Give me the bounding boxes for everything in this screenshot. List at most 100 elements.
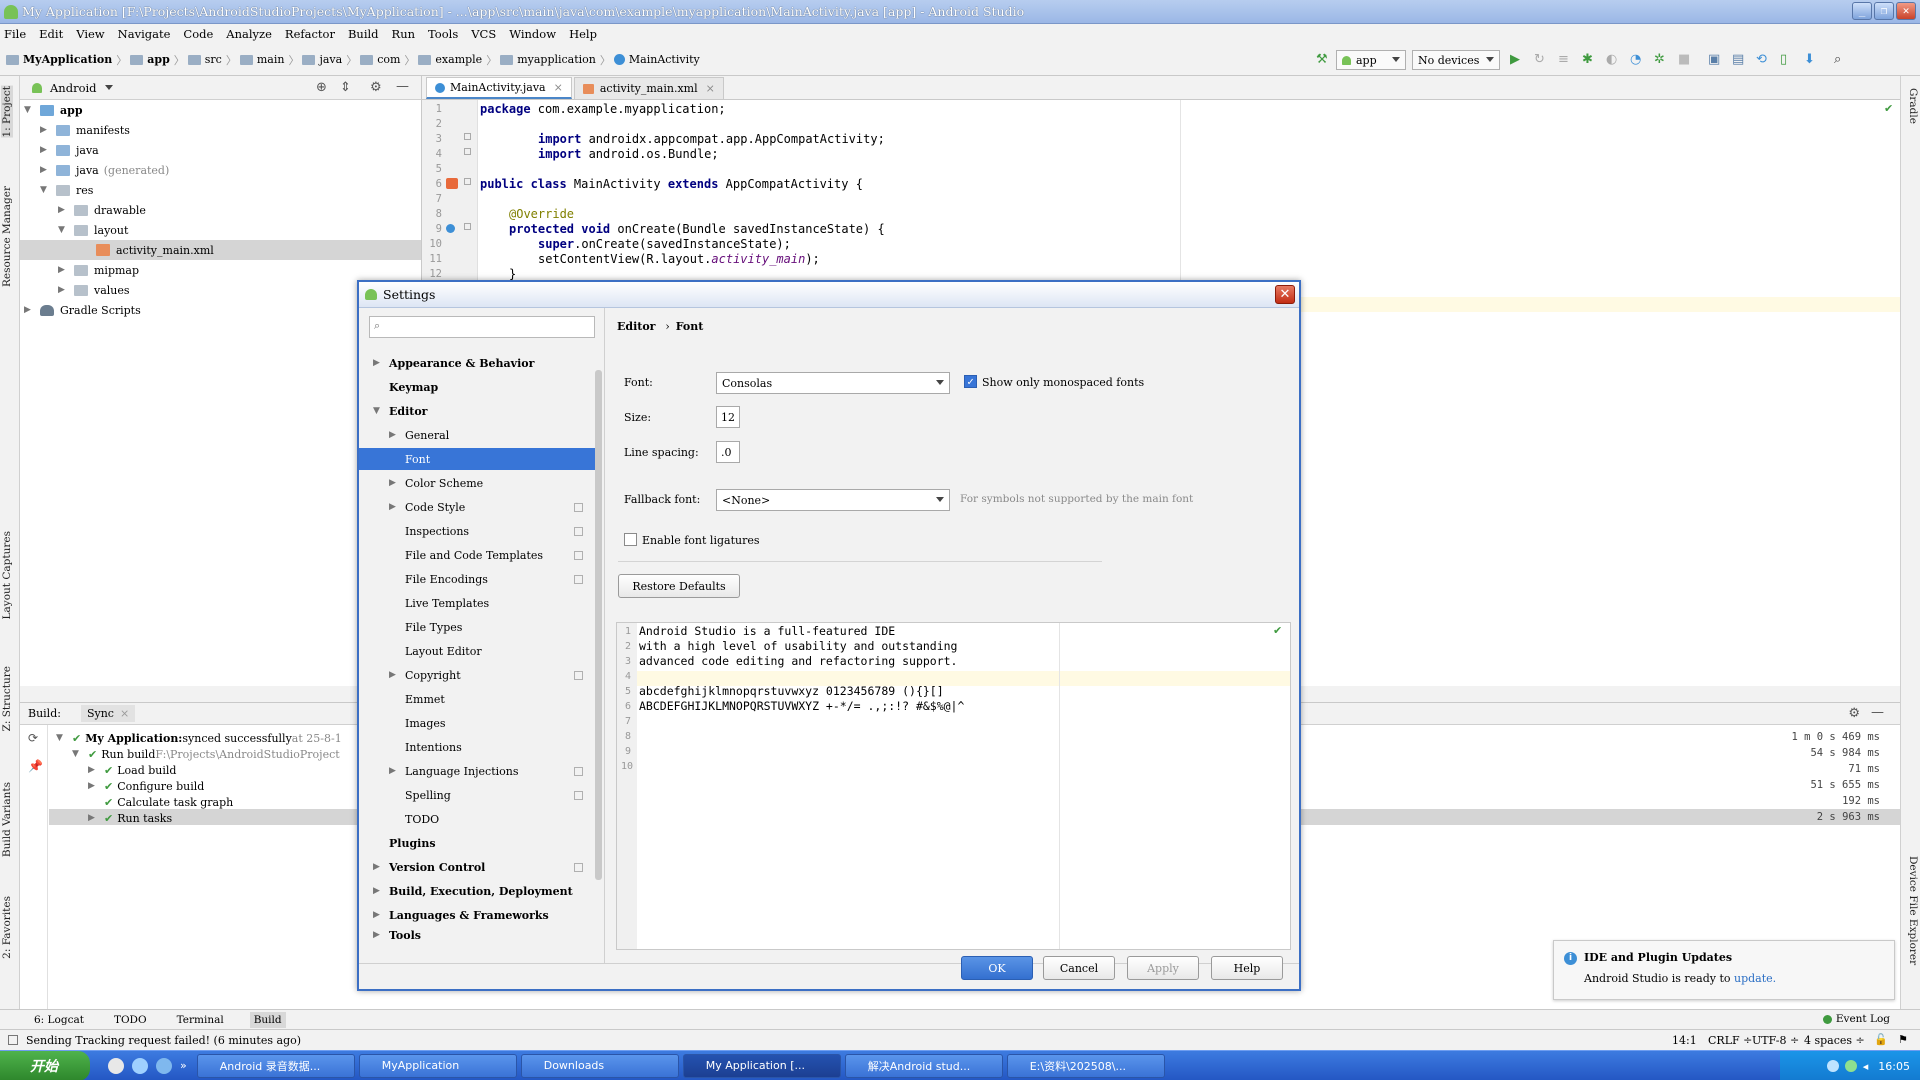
tool-tab-build-variants[interactable]: Build Variants bbox=[1, 782, 13, 857]
clock[interactable]: 16:05 bbox=[1878, 1060, 1910, 1073]
apply-code-changes-icon[interactable]: ≡ bbox=[1558, 52, 1574, 68]
nav-file-encodings[interactable]: File Encodings bbox=[359, 568, 597, 590]
nav-language-injections[interactable]: ▶ Language Injections bbox=[359, 760, 597, 782]
build-row-load-build[interactable]: ▶ ✔ Load build bbox=[88, 762, 176, 778]
fold-marker-icon[interactable] bbox=[464, 133, 471, 140]
gear-icon[interactable]: ⚙ bbox=[1848, 706, 1860, 721]
start-button[interactable]: 开始 bbox=[0, 1050, 90, 1080]
tool-tab-project[interactable]: 1: Project bbox=[1, 86, 13, 138]
tool-tab-structure[interactable]: Z: Structure bbox=[1, 666, 13, 731]
run-config-select[interactable]: app bbox=[1336, 50, 1406, 70]
collapse-all-icon[interactable]: ⇕ bbox=[340, 80, 351, 95]
nav-editor[interactable]: ▼ Editor bbox=[359, 400, 597, 422]
quick-launch-icon[interactable] bbox=[132, 1057, 148, 1074]
tab-activity-main-xml[interactable]: activity_main.xml × bbox=[573, 77, 724, 99]
breadcrumb-src[interactable]: src 〉 bbox=[187, 52, 237, 68]
update-notification[interactable]: i IDE and Plugin Updates Android Studio … bbox=[1553, 940, 1895, 1000]
menu-vcs[interactable]: VCS bbox=[471, 27, 496, 41]
tab-sync[interactable]: Sync × bbox=[80, 705, 136, 722]
nav-file-code-templates[interactable]: File and Code Templates bbox=[359, 544, 597, 566]
nav-todo[interactable]: TODO bbox=[359, 808, 597, 830]
nav-languages-frameworks[interactable]: ▶ Languages & Frameworks bbox=[359, 904, 597, 926]
nav-layout-editor[interactable]: Layout Editor bbox=[359, 640, 597, 662]
close-window-button[interactable]: ✕ bbox=[1896, 2, 1916, 20]
font-preview[interactable]: ✔ 1 2 3 4 5 6 7 8 9 10 Android Studio is… bbox=[616, 622, 1291, 950]
tree-item-layout[interactable]: ▼ layout bbox=[58, 220, 128, 240]
nav-inspections[interactable]: Inspections bbox=[359, 520, 597, 542]
fold-marker-icon[interactable] bbox=[464, 223, 471, 230]
build-row-run-tasks[interactable]: ▶ ✔ Run tasks bbox=[88, 810, 172, 826]
breadcrumb-main[interactable]: main 〉 bbox=[239, 52, 299, 68]
nav-file-types[interactable]: File Types bbox=[359, 616, 597, 638]
chevron-down-icon[interactable] bbox=[104, 85, 113, 90]
tree-item-mipmap[interactable]: ▶ mipmap bbox=[58, 260, 139, 280]
debug-icon[interactable]: ✱ bbox=[1582, 52, 1598, 68]
tree-item-values[interactable]: ▶ values bbox=[58, 280, 130, 300]
nav-build-execution-deployment[interactable]: ▶ Build, Execution, Deployment bbox=[359, 880, 597, 902]
menu-refactor[interactable]: Refactor bbox=[285, 27, 335, 41]
nav-plugins[interactable]: Plugins bbox=[359, 832, 597, 854]
close-tab-icon[interactable]: × bbox=[706, 82, 715, 95]
tree-item-activity-main-xml[interactable]: activity_main.xml bbox=[20, 240, 421, 260]
taskbar-item-downloads[interactable]: Downloads bbox=[520, 1053, 679, 1078]
project-view-select[interactable]: Android bbox=[50, 81, 97, 95]
breadcrumb-myapplication[interactable]: MyApplication 〉 bbox=[6, 52, 127, 68]
sync-gradle-icon[interactable]: ⟲ bbox=[1756, 52, 1772, 68]
line-separator[interactable]: CRLF ÷ bbox=[1708, 1034, 1752, 1047]
caret-position[interactable]: 14:1 bbox=[1672, 1034, 1697, 1047]
build-row-calculate-task-graph[interactable]: ▶✔Calculate task graph bbox=[88, 794, 233, 810]
nav-spelling[interactable]: Spelling bbox=[359, 784, 597, 806]
breadcrumb-com[interactable]: com 〉 bbox=[360, 52, 415, 68]
monospaced-checkbox[interactable]: ✓ bbox=[964, 375, 977, 388]
tree-item-gradle-scripts[interactable]: ▶ Gradle Scripts bbox=[24, 300, 141, 320]
restore-defaults-button[interactable]: Restore Defaults bbox=[618, 574, 740, 598]
menu-tools[interactable]: Tools bbox=[428, 27, 458, 41]
close-dialog-button[interactable]: ✕ bbox=[1275, 285, 1295, 304]
stop-icon[interactable]: ■ bbox=[1678, 52, 1694, 68]
tree-item-java-generated[interactable]: ▶ java (generated) bbox=[40, 160, 169, 180]
breadcrumb-mainactivity[interactable]: MainActivity bbox=[613, 53, 700, 66]
profile-icon[interactable]: ◔ bbox=[1630, 52, 1646, 68]
tool-tab-todo[interactable]: TODO bbox=[110, 1012, 151, 1028]
tool-tab-device-file-explorer[interactable]: Device File Explorer bbox=[1907, 856, 1919, 965]
gear-icon[interactable]: ⚙ bbox=[370, 80, 382, 95]
breadcrumb-app[interactable]: app 〉 bbox=[130, 52, 185, 68]
menu-window[interactable]: Window bbox=[509, 27, 556, 41]
build-row-sync[interactable]: ▼ ✔ My Application: synced successfully at… bbox=[56, 730, 342, 746]
nav-tools[interactable]: ▶ Tools bbox=[359, 928, 597, 942]
event-log-button[interactable]: Event Log bbox=[1822, 1013, 1890, 1025]
taskbar-item-android-audio[interactable]: Android 录音数据... bbox=[196, 1053, 355, 1078]
tree-item-manifests[interactable]: ▶ manifests bbox=[40, 120, 130, 140]
ligatures-checkbox[interactable] bbox=[624, 533, 637, 546]
menu-help[interactable]: Help bbox=[569, 27, 597, 41]
breadcrumb-example[interactable]: example 〉 bbox=[418, 52, 497, 68]
close-tab-icon[interactable]: × bbox=[554, 81, 563, 94]
nav-font[interactable]: Font bbox=[359, 448, 597, 470]
tree-item-java[interactable]: ▶ java bbox=[40, 140, 99, 160]
menu-view[interactable]: View bbox=[76, 27, 104, 41]
tool-tab-layout-captures[interactable]: Layout Captures bbox=[1, 531, 13, 619]
taskbar-item-myapplication-folder[interactable]: MyApplication bbox=[358, 1053, 517, 1078]
apply-changes-icon[interactable]: ↻ bbox=[1534, 52, 1550, 68]
ok-button[interactable]: OK bbox=[961, 956, 1033, 980]
settings-search-input[interactable]: ⌕ bbox=[369, 316, 595, 338]
locate-icon[interactable]: ⊕ bbox=[316, 80, 327, 95]
tool-tab-terminal[interactable]: Terminal bbox=[173, 1012, 228, 1028]
build-row-run-build[interactable]: ▼ ✔ Run build F:\Projects\AndroidStudioPro… bbox=[72, 746, 340, 762]
nav-images[interactable]: Images bbox=[359, 712, 597, 734]
settings-nav-scrollbar[interactable] bbox=[595, 370, 602, 880]
tool-tab-build[interactable]: Build bbox=[249, 1011, 286, 1028]
override-method-icon[interactable] bbox=[446, 224, 455, 233]
nav-code-style[interactable]: ▶ Code Style bbox=[359, 496, 597, 518]
tab-mainactivity-java[interactable]: MainActivity.java × bbox=[426, 77, 572, 99]
volume-icon[interactable]: ◂ bbox=[1863, 1060, 1869, 1073]
fallback-font-select[interactable]: <None> bbox=[716, 489, 950, 511]
breadcrumb-java[interactable]: java 〉 bbox=[302, 52, 357, 68]
menu-analyze[interactable]: Analyze bbox=[226, 27, 272, 41]
sdk-manager-icon[interactable]: ⬇ bbox=[1804, 52, 1820, 68]
nav-appearance-behavior[interactable]: ▶ Appearance & Behavior bbox=[359, 352, 597, 374]
restore-button[interactable]: ❐ bbox=[1874, 2, 1894, 20]
help-button[interactable]: Help bbox=[1211, 956, 1283, 980]
nav-general[interactable]: ▶ General bbox=[359, 424, 597, 446]
tool-tab-favorites[interactable]: 2: Favorites bbox=[1, 896, 13, 959]
